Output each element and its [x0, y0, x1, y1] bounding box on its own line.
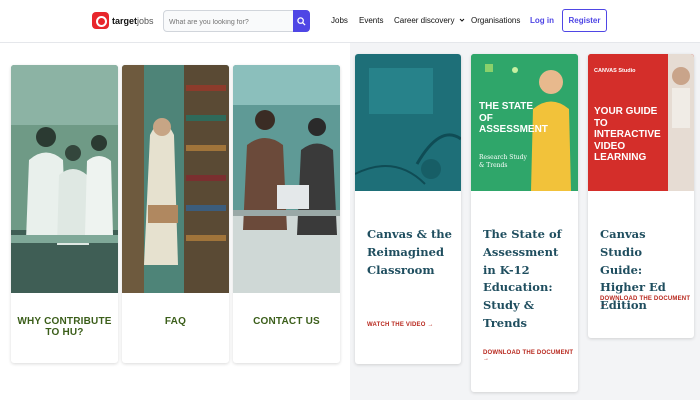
- arrow-right-icon: →: [427, 322, 434, 328]
- banner-brand: CANVAS Studio: [594, 68, 636, 74]
- chevron-down-icon: [459, 18, 465, 22]
- search-box: [163, 10, 310, 33]
- banner-subtitle: Research Study & Trends: [479, 154, 527, 169]
- nav-career-discovery[interactable]: Career discovery: [394, 16, 465, 25]
- card-link[interactable]: DOWNLOAD THE DOCUMENT →: [483, 350, 578, 362]
- assessment-banner: THE STATE OF ASSESSMENT Research Study &…: [471, 54, 578, 191]
- card-why-contribute[interactable]: WHY CONTRIBUTE TO HU?: [11, 65, 118, 363]
- search-input[interactable]: [164, 12, 284, 33]
- card-state-of-assessment[interactable]: THE STATE OF ASSESSMENT Research Study &…: [471, 54, 578, 392]
- arrow-right-icon: →: [600, 302, 607, 308]
- banner-title: THE STATE OF ASSESSMENT: [479, 101, 548, 135]
- lab-photo: [11, 65, 118, 293]
- nav-career-discovery-label: Career discovery: [394, 16, 455, 25]
- card-link-label: DOWNLOAD THE DOCUMENT: [483, 350, 574, 356]
- site-logo[interactable]: targetjobs: [92, 12, 154, 29]
- login-link[interactable]: Log in: [530, 16, 554, 25]
- search-button[interactable]: [293, 10, 310, 32]
- card-contact-us[interactable]: CONTACT US: [233, 65, 340, 363]
- card-caption: CONTACT US: [253, 316, 320, 327]
- logo-mark-icon: [92, 12, 109, 29]
- card-canvas-studio-guide[interactable]: CANVAS Studio YOUR GUIDE TO INTERACTIVE …: [588, 54, 694, 338]
- card-title: The State of Assessment in K-12 Educatio…: [483, 227, 562, 331]
- card-caption: WHY CONTRIBUTE TO HU?: [17, 316, 112, 338]
- office-photo: [233, 65, 340, 293]
- card-link[interactable]: DOWNLOAD THE DOCUMENT →: [600, 296, 694, 308]
- top-nav-bar: targetjobs Jobs Events Career discovery …: [0, 0, 700, 43]
- card-faq[interactable]: FAQ: [122, 65, 229, 363]
- register-button[interactable]: Register: [562, 9, 607, 32]
- card-link-label: WATCH THE VIDEO: [367, 322, 426, 328]
- studio-banner: CANVAS Studio YOUR GUIDE TO INTERACTIVE …: [588, 54, 694, 191]
- card-link-label: DOWNLOAD THE DOCUMENT: [600, 296, 691, 302]
- card-canvas-classroom[interactable]: Canvas & the Reimagined Classroom WATCH …: [355, 54, 461, 364]
- library-photo: [122, 65, 229, 293]
- card-title: Canvas & the Reimagined Classroom: [367, 227, 452, 277]
- nav-jobs[interactable]: Jobs: [331, 16, 348, 25]
- logo-sub: jobs: [137, 15, 154, 26]
- banner-title: YOUR GUIDE TO INTERACTIVE VIDEO LEARNING: [594, 106, 661, 163]
- nav-organisations[interactable]: Organisations: [471, 16, 520, 25]
- search-icon: [297, 16, 306, 26]
- card-link[interactable]: WATCH THE VIDEO →: [367, 322, 434, 328]
- arrow-right-icon: →: [483, 356, 490, 362]
- logo-text: targetjobs: [112, 15, 154, 26]
- classroom-banner: [355, 54, 461, 191]
- card-caption: FAQ: [164, 316, 187, 327]
- nav-events[interactable]: Events: [359, 16, 383, 25]
